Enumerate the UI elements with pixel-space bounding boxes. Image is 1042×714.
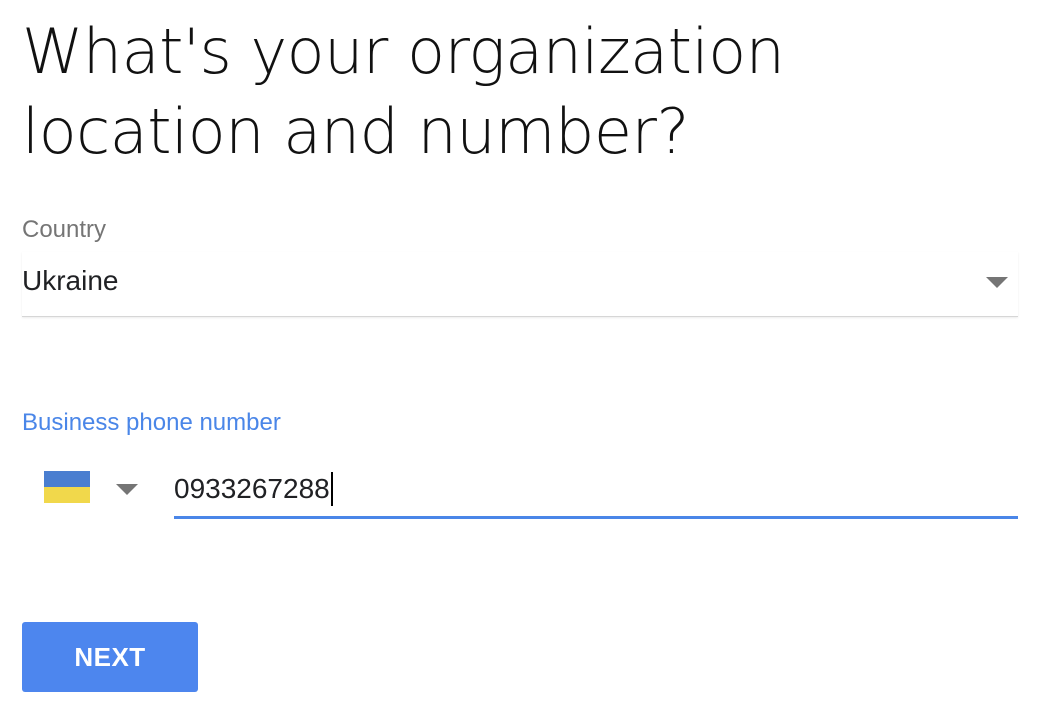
next-button[interactable]: NEXT	[22, 622, 198, 692]
country-select[interactable]: Ukraine	[22, 252, 1018, 317]
country-value: Ukraine	[22, 265, 119, 296]
page-title: What's your organization location and nu…	[22, 15, 785, 168]
business-phone-label: Business phone number	[22, 409, 281, 436]
business-phone-input[interactable]: 0933267288	[174, 458, 1018, 519]
ukraine-flag-icon	[44, 471, 90, 503]
country-label: Country	[22, 216, 107, 243]
phone-field-row: 0933267288	[22, 458, 1018, 520]
flag-blue-stripe	[44, 471, 90, 487]
phone-country-code-select[interactable]	[44, 471, 144, 507]
dropdown-arrow-icon	[986, 277, 1008, 288]
chevron-down-icon	[116, 484, 138, 495]
flag-yellow-stripe	[44, 487, 90, 503]
phone-input-value: 0933267288	[174, 473, 330, 504]
text-cursor	[330, 472, 333, 506]
phone-input-value-wrapper: 0933267288	[174, 472, 333, 506]
